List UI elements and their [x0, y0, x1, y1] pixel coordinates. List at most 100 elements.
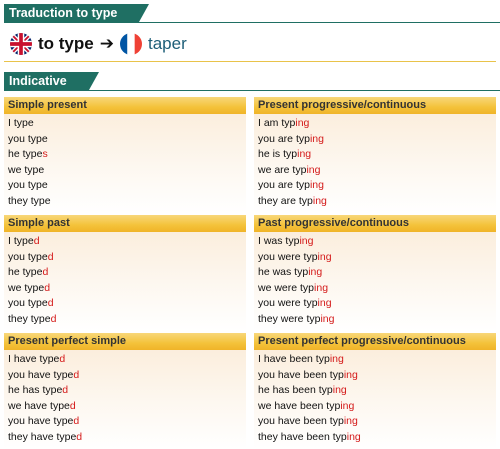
traduction-header-rule [4, 22, 500, 23]
conjugation-ending: ing [306, 163, 321, 176]
conjugation-line: you are typing [254, 132, 496, 148]
conjugation-ending: ing [320, 312, 335, 325]
conjugation-stem: you have type [8, 415, 74, 428]
french-verb[interactable]: taper [148, 34, 187, 54]
conjugation-line: you type [4, 178, 246, 194]
traduction-row: to type ➔ taper [10, 31, 187, 57]
conjugation-ending: ing [317, 250, 332, 263]
conjugation-stem: he has been typ [258, 384, 333, 397]
conjugation-stem: he type [8, 148, 43, 161]
conjugation-stem: I have type [8, 353, 60, 365]
conjugation-stem: I type [8, 235, 34, 247]
conjugation-stem: he has type [8, 384, 63, 397]
tense-conjugations: I have typed you have typed he has typed we… [4, 350, 246, 449]
conjugation-ending: ing [329, 353, 344, 365]
french-flag-icon [119, 33, 142, 55]
conjugation-ending: d [69, 399, 76, 412]
conjugation-line: they have typed [4, 430, 246, 446]
tense-title: Present progressive/continuous [254, 97, 496, 114]
conjugation-line: I have been typing [254, 352, 496, 368]
conjugation-ending: d [73, 368, 80, 381]
conjugation-ending: d [76, 430, 83, 443]
conjugation-stem: I type [8, 117, 34, 129]
indicative-header: Indicative [4, 72, 99, 90]
conjugation-ending: ing [295, 117, 310, 129]
conjugation-line: he has typed [4, 383, 246, 399]
tense-conjugations: I was typing you were typing he was typing… [254, 232, 496, 331]
conjugation-ending: d [50, 312, 57, 325]
conjugation-line: they were typing [254, 312, 496, 328]
conjugation-ending: d [47, 297, 54, 310]
conjugation-stem: you were typ [258, 250, 318, 263]
conjugation-line: he types [4, 147, 246, 163]
conjugation-line: he was typing [254, 265, 496, 281]
conjugation-line: we typed [4, 281, 246, 297]
conjugation-stem: you were typ [258, 297, 318, 310]
tense-conjugations: I type you type he types we type you type the… [4, 114, 246, 213]
conjugation-ending: d [59, 353, 66, 365]
conjugation-ending: ing [309, 132, 324, 145]
conjugation-stem: we are typ [258, 163, 307, 176]
conjugation-line: you type [4, 132, 246, 148]
conjugation-line: you were typing [254, 250, 496, 266]
conjugation-stem: he is typ [258, 148, 298, 161]
indicative-header-rule [4, 90, 500, 91]
tense-panel: Simple present I type you type he types we t… [4, 97, 246, 213]
conjugation-ending: d [47, 250, 54, 263]
conjugation-ending: d [44, 281, 51, 294]
traduction-header-label: Traduction to type [4, 4, 150, 22]
conjugation-line: we type [4, 163, 246, 179]
conjugation-line: they typed [4, 312, 246, 328]
conjugation-line: we have been typing [254, 399, 496, 415]
conjugation-stem: you have been typ [258, 415, 344, 428]
conjugation-stem: we type [8, 163, 45, 176]
tense-conjugations: I typed you typed he typed we typed you type… [4, 232, 246, 331]
conjugation-ending: ing [312, 194, 327, 207]
conjugation-stem: I have been typ [258, 353, 330, 365]
conjugation-line: we have typed [4, 399, 246, 415]
tense-conjugations: I am typing you are typing he is typing we … [254, 114, 496, 213]
conjugation-stem: he type [8, 266, 43, 279]
conjugation-stem: I was typ [258, 235, 300, 247]
traduction-header: Traduction to type [4, 4, 150, 22]
conjugation-stem: you type [8, 250, 48, 263]
conjugation-ending: d [73, 415, 80, 428]
conjugation-stem: they are typ [258, 194, 313, 207]
tense-title: Present perfect simple [4, 333, 246, 350]
conjugation-ending: d [42, 266, 49, 279]
conjugation-stem: we have type [8, 399, 70, 412]
conjugation-line: we are typing [254, 163, 496, 179]
conjugation-ending: d [33, 235, 40, 247]
conjugation-ending: ing [297, 148, 312, 161]
conjugation-line: you are typing [254, 178, 496, 194]
conjugation-line: you have typed [4, 368, 246, 384]
tense-panel: Present progressive/continuous I am typin… [254, 97, 496, 213]
conjugation-line: he is typing [254, 147, 496, 163]
conjugation-line: you typed [4, 250, 246, 266]
conjugation-line: we were typing [254, 281, 496, 297]
conjugation-stem: you are typ [258, 179, 310, 192]
conjugation-stem: you type [8, 132, 48, 145]
conjugation-stem: you type [8, 179, 48, 192]
conjugation-line: you have been typing [254, 414, 496, 430]
conjugation-line: I have typed [4, 352, 246, 368]
tense-title: Simple past [4, 215, 246, 232]
conjugation-line: I typed [4, 234, 246, 250]
conjugation-line: they type [4, 194, 246, 210]
tense-panel: Present perfect simple I have typed you ha… [4, 333, 246, 449]
conjugation-ending: ing [317, 297, 332, 310]
conjugation-stem: he was typ [258, 266, 309, 279]
tense-title: Past progressive/continuous [254, 215, 496, 232]
conjugation-ending: ing [340, 399, 355, 412]
conjugation-ending: ing [299, 235, 314, 247]
conjugation-stem: we were typ [258, 281, 315, 294]
conjugation-ending: ing [332, 384, 347, 397]
tense-panel: Simple past I typed you typed he typed we ty… [4, 215, 246, 331]
conjugation-line: he has been typing [254, 383, 496, 399]
tense-title: Present perfect progressive/continuous [254, 333, 496, 350]
traduction-divider [4, 61, 496, 62]
tense-conjugations: I have been typing you have been typing he… [254, 350, 496, 449]
tense-panel: Past progressive/continuous I was typing y… [254, 215, 496, 331]
conjugation-line: I was typing [254, 234, 496, 250]
conjugation-line: you typed [4, 296, 246, 312]
